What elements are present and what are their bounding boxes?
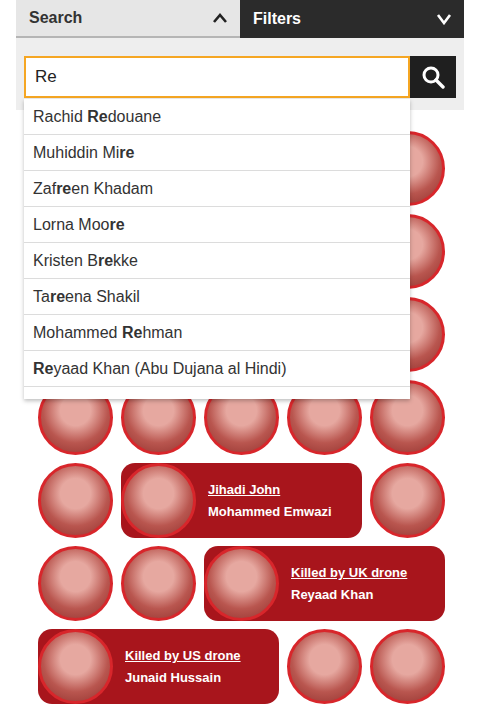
person-card[interactable]: Jihadi John Mohammed Emwazi [121,463,362,538]
person-avatar[interactable] [287,629,362,704]
person-name: Reyaad Khan [291,586,407,603]
suggestion-item[interactable]: Tareena Shakil [24,279,410,315]
suggestion-text: re [110,216,125,233]
person-name: Junaid Hussain [125,669,241,686]
tab[interactable]: Search [16,0,240,38]
chevron-up-icon [212,12,228,24]
person-label: Killed by UK drone [291,564,407,581]
suggestion-text: Muhiddin Mi [33,144,119,161]
person-avatar[interactable] [370,629,445,704]
person-card[interactable]: Killed by US drone Junaid Hussain [38,629,279,704]
suggestion-text: re [119,144,134,161]
suggestion-text: Ta [33,288,50,305]
suggestion-text: douane [108,108,161,125]
search-widget: SearchFiltersRachid RedouaneMuhiddin Mir… [16,0,464,704]
suggestion-text: re [50,288,65,305]
suggestion-item[interactable]: Lorna Moore [24,207,410,243]
suggestion-text: Re [33,360,53,377]
suggestion-text: Lorna Moo [33,216,110,233]
suggestion-text: Kristen B [33,252,98,269]
person-card[interactable]: Killed by UK drone Reyaad Khan [204,546,445,621]
person-info: Jihadi John Mohammed Emwazi [208,481,332,520]
person-avatar[interactable] [370,463,445,538]
tab-label: Filters [253,7,301,31]
suggestion-item[interactable]: Reyaad Khan (Abu Dujana al Hindi) [24,351,410,387]
suggestion-text: re [56,180,71,197]
suggestion-text: ena Shakil [65,288,140,305]
suggestion-list: Rachid RedouaneMuhiddin MireZafreen Khad… [24,99,410,399]
suggestion-text: Zaf [33,180,56,197]
chevron-down-icon [436,13,452,25]
person-avatar[interactable] [38,463,113,538]
suggestion-text: Re [87,108,107,125]
person-photo [38,629,113,704]
search-input[interactable] [24,56,410,98]
suggestion-text: en Khadam [71,180,153,197]
person-info: Killed by UK drone Reyaad Khan [291,564,407,603]
suggestion-item[interactable]: Kristen Brekke [24,243,410,279]
person-label: Jihadi John [208,481,332,498]
suggestion-text: re [98,252,113,269]
suggestion-text: Mohammed [33,324,122,341]
tab[interactable]: Filters [240,0,464,38]
person-label: Killed by US drone [125,647,241,664]
person-photo [204,546,279,621]
person-avatar[interactable] [38,546,113,621]
person-info: Killed by US drone Junaid Hussain [125,647,241,686]
suggestion-item[interactable]: Muhiddin Mire [24,135,410,171]
suggestion-text: Rachid [33,108,87,125]
person-photo [121,463,196,538]
search-button[interactable] [410,56,456,98]
tab-label: Search [29,6,82,30]
magnifier-icon [421,65,445,89]
suggestion-text: Re [122,324,142,341]
suggestion-item[interactable]: Mohammed Rehman [24,315,410,351]
suggestion-text: yaad Khan (Abu Dujana al Hindi) [53,360,286,377]
suggestion-item[interactable]: Rachid Redouane [24,99,410,135]
tab-bar: Search Filters [16,0,464,38]
suggestion-item[interactable]: Zafreen Khadam [24,171,410,207]
suggestion-text: hman [142,324,182,341]
person-avatar[interactable] [121,546,196,621]
suggestion-text: kke [113,252,138,269]
person-name: Mohammed Emwazi [208,503,332,520]
